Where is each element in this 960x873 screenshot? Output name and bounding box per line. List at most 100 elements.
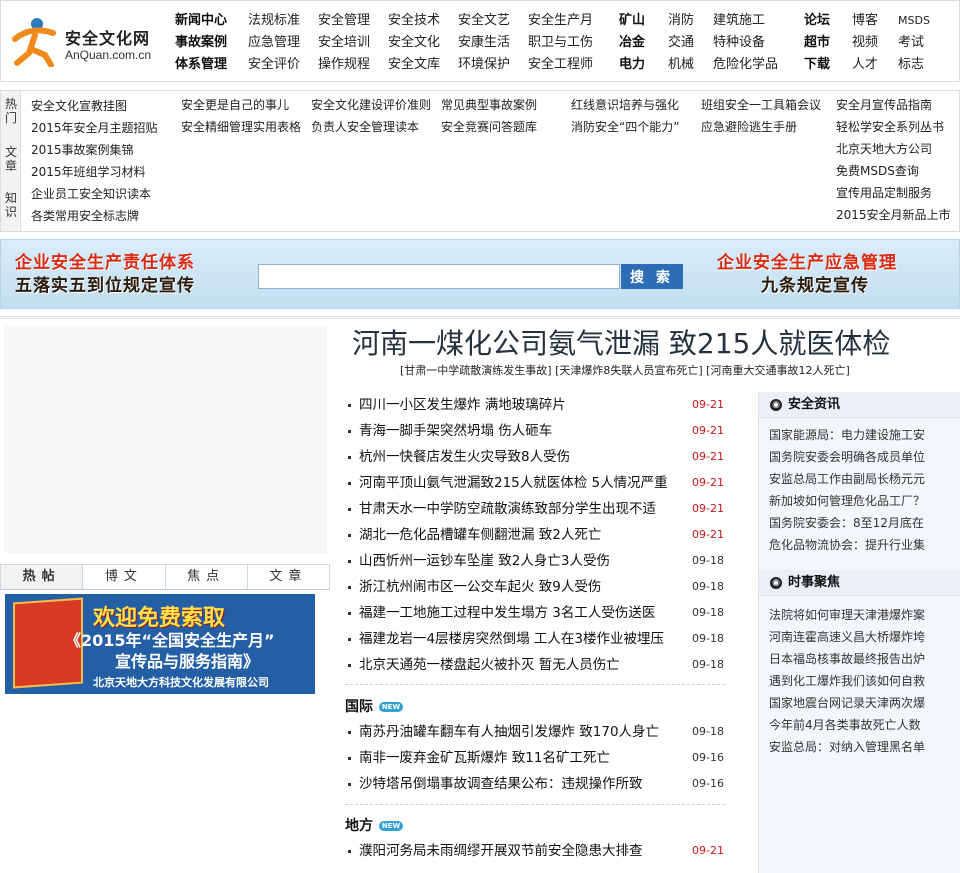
nav-video[interactable]: 视频 (852, 32, 878, 54)
hot-link[interactable]: 负责人安全管理读本 (311, 118, 419, 136)
news-title[interactable]: 南非一废弃金矿瓦斯爆炸 致11名矿工死亡 (359, 745, 610, 771)
nav-news[interactable]: 新闻中心 (175, 10, 227, 32)
nav-safety-evaluation[interactable]: 安全评价 (248, 54, 300, 76)
focus-item[interactable]: 安监总局：对纳入管理黑名单 (769, 736, 925, 758)
search-input[interactable] (258, 264, 620, 289)
news-title[interactable]: 南苏丹油罐车翻车有人抽烟引发爆炸 致170人身亡 (359, 719, 659, 745)
nav-safety-technology[interactable]: 安全技术 (388, 10, 440, 32)
hot-link[interactable]: 2015年班组学习材料 (31, 163, 146, 181)
news-item[interactable]: 青海一脚手架突然坍塌 伤人砸车 09-21 (345, 418, 727, 444)
nav-special-equipment[interactable]: 特种设备 (713, 32, 765, 54)
nav-msds[interactable]: MSDS (898, 10, 930, 32)
hot-link[interactable]: 轻松学安全系列丛书 (836, 118, 944, 136)
hot-link[interactable]: 安全文化宣教挂图 (31, 97, 127, 115)
hot-link[interactable]: 常见典型事故案例 (441, 96, 537, 114)
focus-item[interactable]: 遇到化工爆炸我们该如何自救 (769, 670, 925, 692)
nav-healthy-life[interactable]: 安康生活 (458, 32, 510, 54)
safety-info-item[interactable]: 国务院安委会：8至12月底在 (769, 512, 924, 534)
tab-blog-posts[interactable]: 博文 (83, 565, 166, 589)
news-item[interactable]: 福建一工地施工过程中发生塌方 3名工人受伤送医 09-18 (345, 600, 727, 626)
news-title[interactable]: 甘肃天水一中学防空疏散演练致部分学生出现不适 (359, 496, 656, 522)
sub-headlines[interactable]: [甘肃一中学疏散演练发生事故] [天津爆炸8失联人员宣布死亡] [河南重大交通事… (400, 362, 850, 378)
nav-safety-management[interactable]: 安全管理 (318, 10, 370, 32)
news-item[interactable]: 湖北一危化品槽罐车侧翻泄漏 致2人死亡 09-21 (345, 522, 727, 548)
nav-environment[interactable]: 环境保护 (458, 54, 510, 76)
news-item[interactable]: 浙江杭州闹市区一公交车起火 致9人受伤 09-18 (345, 574, 727, 600)
nav-metallurgy[interactable]: 冶金 (619, 32, 645, 54)
news-item[interactable]: 杭州一快餐店发生火灾导致8人受伤 09-21 (345, 444, 727, 470)
nav-safety-culture[interactable]: 安全文化 (388, 32, 440, 54)
section-international[interactable]: 国际 NEW (345, 696, 403, 716)
news-item[interactable]: 南非一废弃金矿瓦斯爆炸 致11名矿工死亡 09-16 (345, 745, 727, 771)
nav-safety-arts[interactable]: 安全文艺 (458, 10, 510, 32)
hot-link[interactable]: 企业员工安全知识读本 (31, 185, 151, 203)
news-item[interactable]: 北京天通苑一楼盘起火被扑灭 暂无人员伤亡 09-18 (345, 652, 727, 678)
tab-articles[interactable]: 文章 (247, 565, 329, 589)
news-title[interactable]: 濮阳河务局未雨绸缪开展双节前安全隐患大排查 (359, 838, 643, 864)
tab-focus[interactable]: 焦点 (165, 565, 248, 589)
nav-safety-month[interactable]: 安全生产月 (528, 10, 593, 32)
hot-link[interactable]: 2015安全月新品上市 (836, 206, 951, 224)
focus-item[interactable]: 今年前4月各类事故死亡人数 (769, 714, 921, 736)
nav-traffic[interactable]: 交通 (668, 32, 694, 54)
focus-item[interactable]: 国家地震台网记录天津两次爆 (769, 692, 925, 714)
nav-training[interactable]: 安全培训 (318, 32, 370, 54)
nav-signs[interactable]: 标志 (898, 54, 924, 76)
nav-download[interactable]: 下载 (804, 54, 830, 76)
safety-info-item[interactable]: 新加坡如何管理危化品工厂？ (769, 490, 925, 512)
news-title[interactable]: 杭州一快餐店发生火灾导致8人受伤 (359, 444, 570, 470)
promo-banner[interactable]: 欢迎免费索取 《2015年“全国安全生产月” 宣传品与服务指南》 北京天地大方科… (5, 594, 315, 694)
nav-construction[interactable]: 建筑施工 (713, 10, 765, 32)
nav-operating-procedures[interactable]: 操作规程 (318, 54, 370, 76)
nav-accident-cases[interactable]: 事故案例 (175, 32, 227, 54)
news-item[interactable]: 南苏丹油罐车翻车有人抽烟引发爆炸 致170人身亡 09-18 (345, 719, 727, 745)
nav-machinery[interactable]: 机械 (668, 54, 694, 76)
slogan-right-2[interactable]: 九条规定宣传 (761, 275, 869, 298)
news-title[interactable]: 青海一脚手架突然坍塌 伤人砸车 (359, 418, 552, 444)
hot-link[interactable]: 安全精细管理实用表格 (181, 118, 301, 136)
nav-supermarket[interactable]: 超市 (804, 32, 830, 54)
safety-info-item[interactable]: 国务院安委会明确各成员单位 (769, 446, 925, 468)
nav-regulations[interactable]: 法规标准 (248, 10, 300, 32)
focus-item[interactable]: 河南连霍高速义昌大桥爆炸垮 (769, 626, 925, 648)
nav-blog[interactable]: 博客 (852, 10, 878, 32)
news-title[interactable]: 山西忻州一运钞车坠崖 致2人身亡3人受伤 (359, 548, 610, 574)
hot-link[interactable]: 红线意识培养与强化 (571, 96, 679, 114)
nav-power[interactable]: 电力 (619, 54, 645, 76)
news-title[interactable]: 福建一工地施工过程中发生塌方 3名工人受伤送医 (359, 600, 655, 626)
news-item[interactable]: 四川一小区发生爆炸 满地玻璃碎片 09-21 (345, 392, 727, 418)
section-local-title[interactable]: 地方 (345, 818, 373, 834)
nav-system-management[interactable]: 体系管理 (175, 54, 227, 76)
news-title[interactable]: 浙江杭州闹市区一公交车起火 致9人受伤 (359, 574, 601, 600)
slogan-left-2[interactable]: 五落实五到位规定宣传 (15, 275, 195, 298)
hot-link[interactable]: 2015事故案例集锦 (31, 141, 134, 159)
nav-safety-library[interactable]: 安全文库 (388, 54, 440, 76)
safety-info-item[interactable]: 安监总局工作由副局长杨元元 (769, 468, 925, 490)
nav-forum[interactable]: 论坛 (804, 10, 830, 32)
hot-link[interactable]: 免费MSDS查询 (836, 162, 919, 180)
news-item[interactable]: 濮阳河务局未雨绸缪开展双节前安全隐患大排查 09-21 (345, 838, 727, 864)
safety-info-item[interactable]: 危化品物流协会：提升行业集 (769, 534, 925, 556)
nav-emergency[interactable]: 应急管理 (248, 32, 300, 54)
tab-hot-posts[interactable]: 热帖 (1, 565, 84, 589)
focus-item[interactable]: 法院将如何审理天津港爆炸案 (769, 604, 925, 626)
headline[interactable]: 河南一煤化公司氨气泄漏 致215人就医体检 (352, 322, 890, 362)
news-title[interactable]: 河南平顶山氨气泄漏致215人就医体检 5人情况严重 (359, 470, 668, 496)
news-title[interactable]: 四川一小区发生爆炸 满地玻璃碎片 (359, 392, 566, 418)
nav-talent[interactable]: 人才 (852, 54, 878, 76)
hot-link[interactable]: 宣传用品定制服务 (836, 184, 932, 202)
news-item[interactable]: 甘肃天水一中学防空疏散演练致部分学生出现不适 09-21 (345, 496, 727, 522)
slogan-left-1[interactable]: 企业安全生产责任体系 (15, 252, 195, 275)
hot-link[interactable]: 2015年安全月主题招贴 (31, 119, 158, 137)
nav-hazardous-chemicals[interactable]: 危险化学品 (713, 54, 778, 76)
hot-link[interactable]: 班组安全一工具箱会议 (701, 96, 821, 114)
section-international-title[interactable]: 国际 (345, 699, 373, 715)
news-item[interactable]: 河南平顶山氨气泄漏致215人就医体检 5人情况严重 09-21 (345, 470, 727, 496)
hot-link[interactable]: 北京天地大方公司 (836, 140, 932, 158)
news-title[interactable]: 福建龙岩一4层楼房突然倒塌 工人在3楼作业被埋压 (359, 626, 664, 652)
news-title[interactable]: 沙特塔吊倒塌事故调查结果公布：违规操作所致 (359, 771, 643, 797)
section-local[interactable]: 地方 NEW (345, 815, 403, 835)
news-item[interactable]: 山西忻州一运钞车坠崖 致2人身亡3人受伤 09-18 (345, 548, 727, 574)
nav-fire[interactable]: 消防 (668, 10, 694, 32)
nav-occupational-health[interactable]: 职卫与工伤 (528, 32, 593, 54)
